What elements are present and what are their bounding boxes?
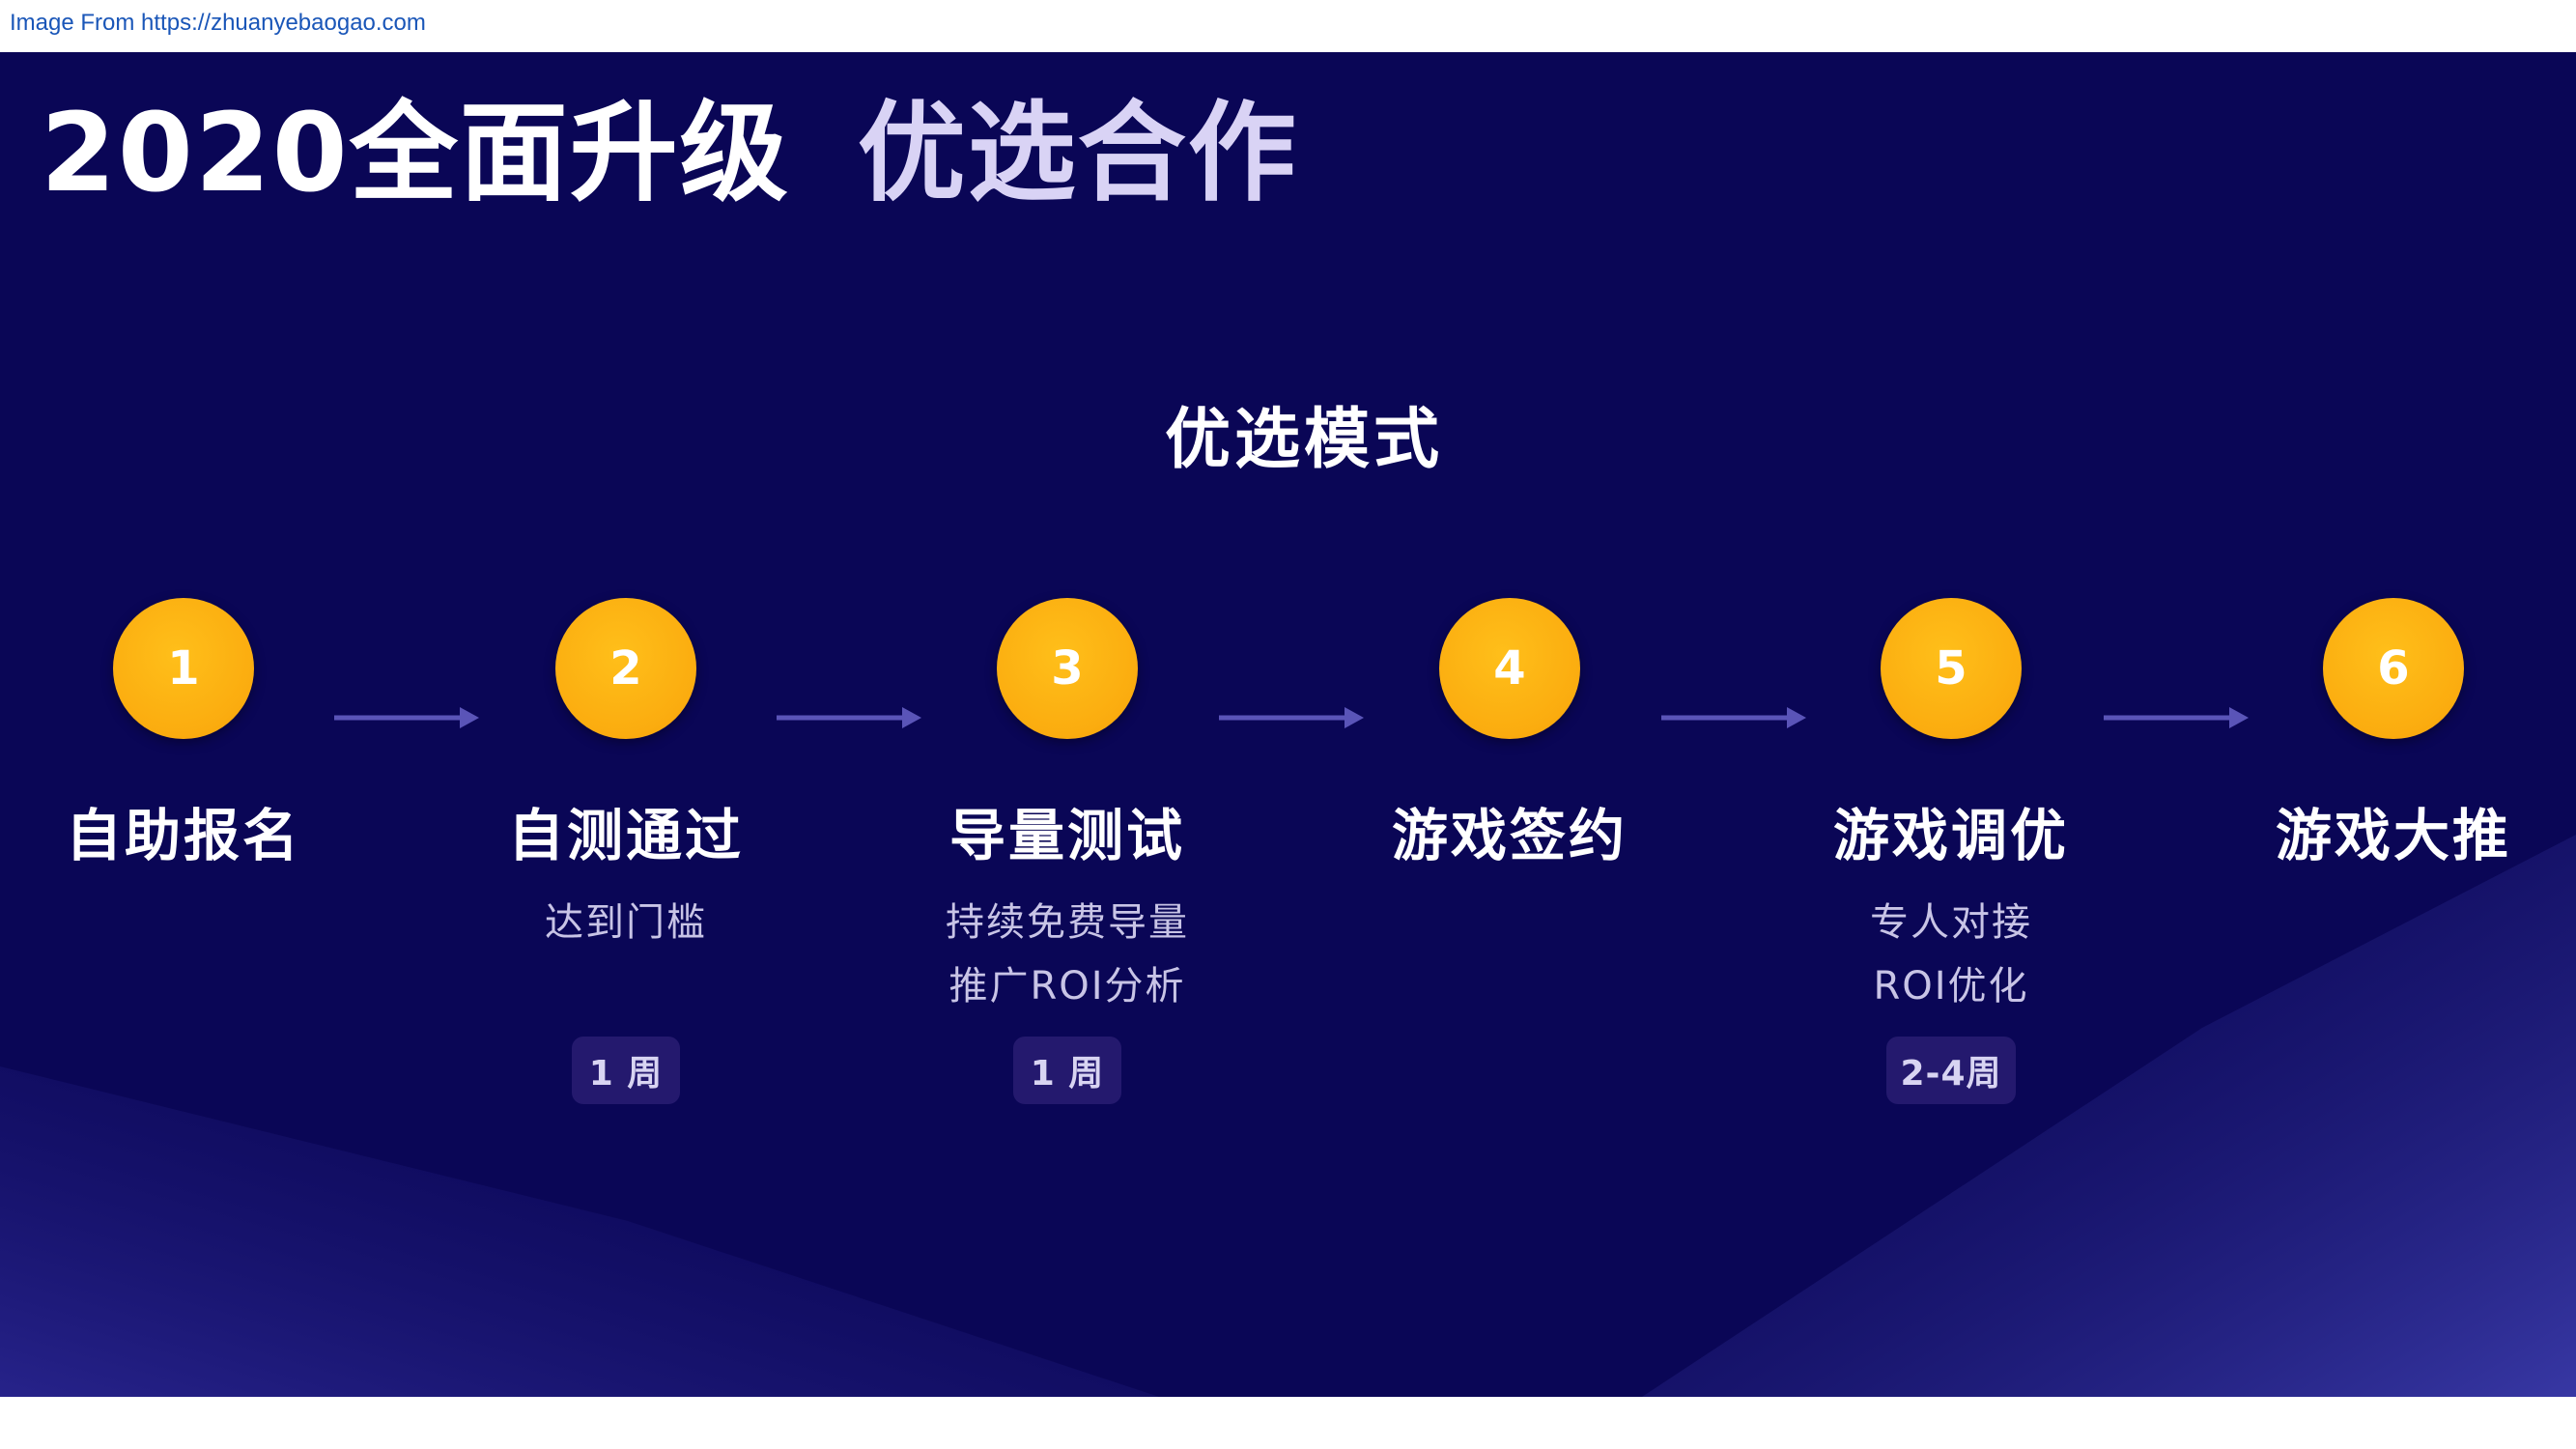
step-description: 专人对接: [1870, 900, 2032, 945]
step-2: 2 自测通过 达到门槛 1 周: [423, 52, 829, 1397]
step-number-circle: 1: [113, 598, 254, 739]
step-label: 自测通过: [507, 803, 744, 868]
process-steps: 1 自助报名 2 自测通过 达到门槛 1 周 3 导量测试 持续免费导量 推广R…: [0, 52, 2576, 1397]
slide: 2020全面升级 优选合作 优选模式 1 自助报名 2 自测通过 达到门槛 1 周…: [0, 52, 2576, 1397]
step-description: 持续免费导量: [946, 900, 1189, 945]
source-bar: Image From https://zhuanyebaogao.com: [0, 0, 2576, 52]
step-label: 自助报名: [65, 803, 301, 868]
step-number-circle: 6: [2323, 598, 2464, 739]
step-number-circle: 4: [1439, 598, 1580, 739]
step-5: 5 游戏调优 专人对接 ROI优化 2-4周: [1748, 52, 2154, 1397]
step-label: 导量测试: [948, 803, 1185, 868]
step-description-2: ROI优化: [1873, 964, 2029, 1009]
step-description: 达到门槛: [545, 900, 707, 945]
arrow-right-icon: [1661, 707, 1806, 728]
arrow-right-icon: [777, 707, 921, 728]
duration-badge: 1 周: [572, 1037, 680, 1104]
source-link[interactable]: Image From https://zhuanyebaogao.com: [10, 10, 426, 37]
duration-badge: 1 周: [1013, 1037, 1121, 1104]
arrow-right-icon: [1219, 707, 1364, 728]
step-label: 游戏签约: [1391, 803, 1628, 868]
step-1: 1 自助报名: [0, 52, 386, 1397]
step-label: 游戏调优: [1832, 803, 2069, 868]
step-label: 游戏大推: [2275, 803, 2511, 868]
step-4: 4 游戏签约: [1307, 52, 1713, 1397]
step-description-2: 推广ROI分析: [948, 964, 1186, 1009]
step-number-circle: 3: [997, 598, 1138, 739]
step-number-circle: 5: [1881, 598, 2022, 739]
step-number-circle: 2: [555, 598, 696, 739]
duration-badge: 2-4周: [1886, 1037, 2016, 1104]
step-3: 3 导量测试 持续免费导量 推广ROI分析 1 周: [864, 52, 1270, 1397]
bottom-bar: [0, 1397, 2576, 1449]
arrow-right-icon: [2104, 707, 2249, 728]
arrow-right-icon: [334, 707, 479, 728]
